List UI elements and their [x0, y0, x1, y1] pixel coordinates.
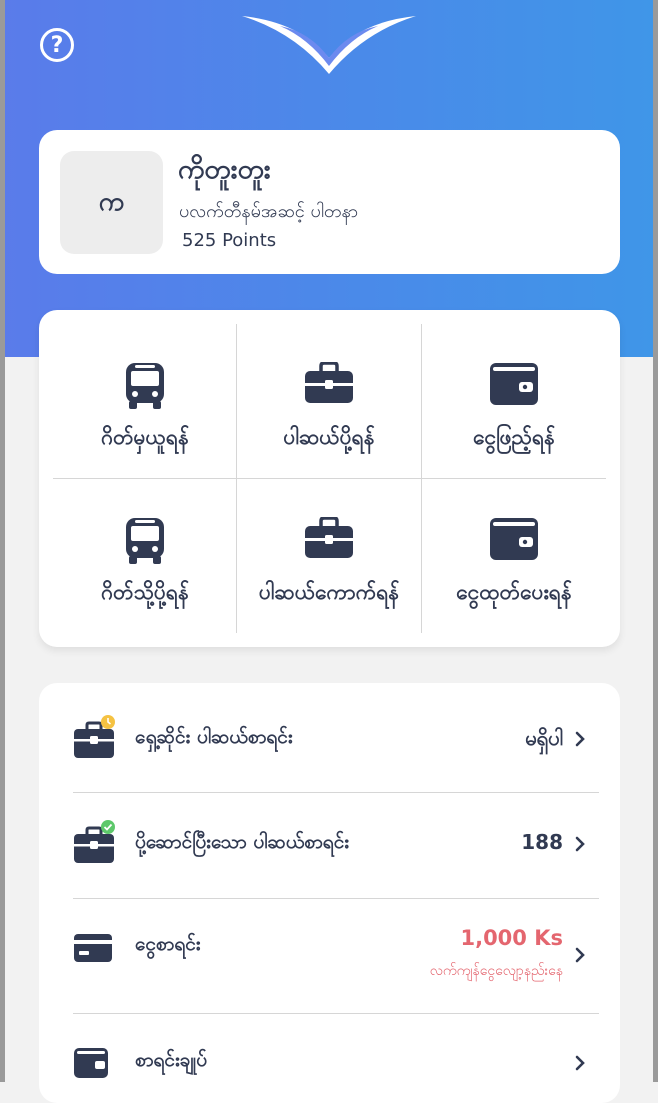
- action-pickup-from-gate[interactable]: ဂိတ်မှယူရန်: [53, 324, 237, 479]
- card-icon: [74, 934, 112, 962]
- chevron-right-icon: [575, 947, 585, 963]
- action-send-to-gate[interactable]: ဂိတ်သို့ပို့ရန်: [53, 479, 237, 634]
- list-item-label: ငွေစာရင်း: [135, 933, 201, 955]
- bus-icon: [126, 363, 164, 409]
- screen-edge-left: [0, 0, 5, 1082]
- wallet-icon: [490, 363, 538, 405]
- list-item-pending-parcels[interactable]: ရှေ့ဆိုင်း ပါဆယ်စာရင်း မရှိပါ: [73, 705, 599, 771]
- summary-list-card: ရှေ့ဆိုင်း ပါဆယ်စာရင်း မရှိပါ ပို့ဆောင်ပ…: [39, 683, 620, 1103]
- action-label: ဂိတ်မှယူရန်: [101, 425, 189, 449]
- briefcase-done-icon: [74, 820, 115, 863]
- list-divider: [73, 1013, 599, 1014]
- wallet-icon: [74, 1048, 108, 1078]
- list-item-label: ပို့ဆောင်ပြီးသော ပါဆယ်စာရင်း: [135, 831, 350, 853]
- help-button[interactable]: ?: [40, 28, 74, 62]
- chevron-right-icon: [575, 1055, 585, 1071]
- briefcase-icon: [305, 362, 353, 403]
- quick-actions-card: ဂိတ်မှယူရန် ပါဆယ်ပို့ရန် ငွေဖြည့်ရန် ဂိတ…: [39, 310, 620, 647]
- action-label: ပါဆယ်ပို့ရန်: [283, 425, 375, 449]
- chevron-right-icon: [575, 836, 585, 852]
- bus-icon: [126, 518, 164, 564]
- list-divider: [73, 898, 599, 899]
- list-item-delivered-parcels[interactable]: ပို့ဆောင်ပြီးသော ပါဆယ်စာရင်း 188: [73, 812, 599, 878]
- list-item-summary[interactable]: စာရင်းချုပ်: [73, 1033, 599, 1093]
- low-balance-warning: လက်ကျန်ငွေလျော့နည်းနေ: [429, 963, 563, 979]
- avatar: က: [60, 151, 163, 254]
- balance-amount: 1,000 Ks: [460, 926, 563, 950]
- action-label: ငွေဖြည့်ရန်: [473, 425, 555, 449]
- membership-level: ပလက်တီနမ်အဆင့် ပါတနာ: [179, 201, 359, 222]
- list-divider: [73, 792, 599, 793]
- action-top-up[interactable]: ငွေဖြည့်ရန်: [422, 324, 606, 479]
- user-name: ကိုတူးတူး: [178, 154, 271, 185]
- list-item-label: စာရင်းချုပ်: [135, 1049, 208, 1071]
- action-cash-out[interactable]: ငွေထုတ်ပေးရန်: [422, 479, 606, 634]
- briefcase-icon: [305, 517, 353, 558]
- pending-count: မရှိပါ: [525, 726, 563, 750]
- wallet-icon: [490, 518, 538, 560]
- question-circle-icon: ?: [50, 33, 64, 58]
- list-item-money-account[interactable]: ငွေစာရင်း 1,000 Ks လက်ကျန်ငွေလျော့နည်းနေ: [73, 917, 599, 997]
- list-item-label: ရှေ့ဆိုင်း ပါဆယ်စာရင်း: [135, 726, 293, 748]
- action-send-parcel[interactable]: ပါဆယ်ပို့ရန်: [237, 324, 421, 479]
- briefcase-pending-icon: [74, 715, 115, 758]
- points-balance: 525 Points: [182, 230, 277, 251]
- action-label: ပါဆယ်ကောက်ရန်: [258, 580, 400, 604]
- wing-logo-icon: [242, 16, 416, 74]
- action-label: ငွေထုတ်ပေးရန်: [456, 580, 572, 604]
- action-label: ဂိတ်သို့ပို့ရန်: [101, 580, 189, 604]
- chevron-right-icon: [575, 731, 585, 747]
- delivered-count: 188: [521, 830, 563, 854]
- action-collect-parcel[interactable]: ပါဆယ်ကောက်ရန်: [237, 479, 421, 634]
- screen-edge-right: [653, 0, 658, 1082]
- profile-card[interactable]: က ကိုတူးတူး ပလက်တီနမ်အဆင့် ပါတနာ 525 Poi…: [39, 130, 620, 274]
